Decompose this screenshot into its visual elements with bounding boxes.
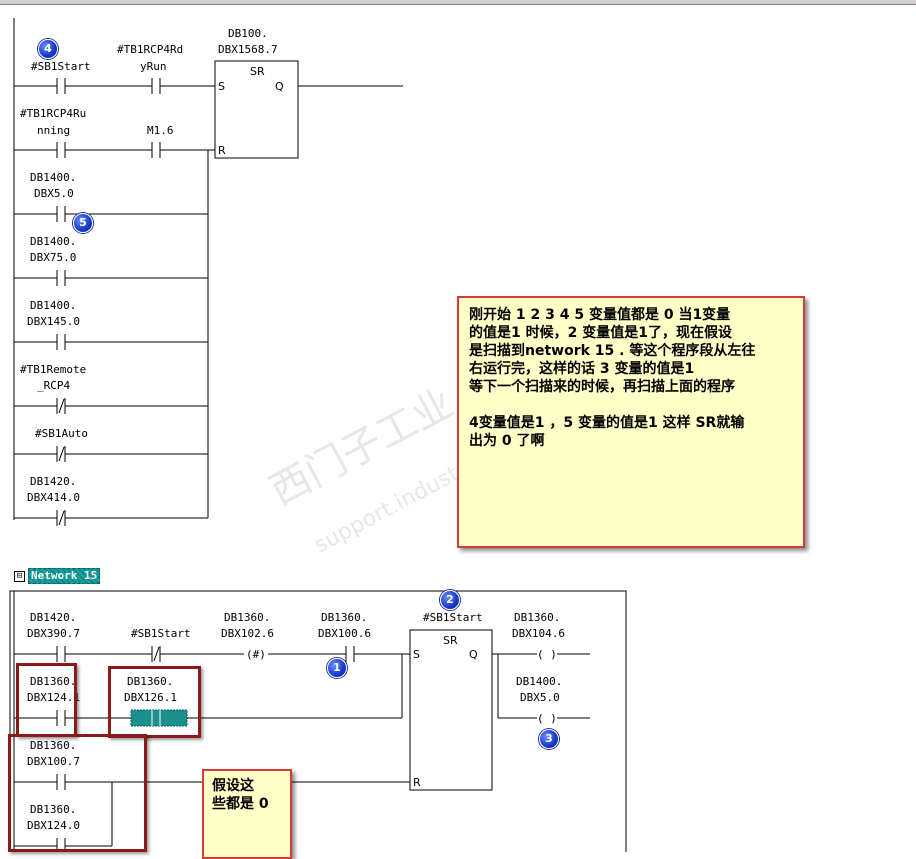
highlight-box-c5	[16, 663, 77, 737]
contact-m1-6-label[interactable]: M1.6	[147, 124, 174, 137]
c3-label-1[interactable]: DB1360.	[224, 611, 270, 624]
sr-output-label-2[interactable]: DBX1568.7	[218, 43, 278, 56]
badge-4-icon: 4	[38, 39, 58, 59]
highlight-box-c7-c8	[8, 734, 147, 852]
sr-name-n15[interactable]: #SB1Start	[423, 611, 483, 624]
sr-s-pin-n15: S	[413, 648, 420, 661]
branch3-label-1[interactable]: DB1400.	[30, 299, 76, 312]
coil2-label-2[interactable]: DBX5.0	[520, 691, 560, 704]
c1-label-1[interactable]: DB1420.	[30, 611, 76, 624]
sr-output-label-1: DB100.	[228, 27, 268, 40]
branch2-label-2: DBX75.0	[30, 251, 76, 264]
coil2-symbol[interactable]: ( )	[537, 712, 557, 725]
sr-title-n14: SR	[250, 65, 265, 78]
badge-2-icon: 2	[440, 590, 460, 610]
coil1-symbol[interactable]: ( )	[537, 648, 557, 661]
note-line-7: 出为 0 了啊	[469, 433, 545, 449]
coil1-label-1: DB1360.	[514, 611, 560, 624]
contact-rcp4running-label-2: nning	[37, 124, 70, 137]
badge-5-icon: 5	[73, 213, 93, 233]
note-line-6: 4变量值是1 ，5 变量的值是1 这样 SR就输	[469, 415, 745, 431]
c2-label[interactable]: #SB1Start	[131, 627, 191, 640]
c3-label-2: DBX102.6	[221, 627, 274, 640]
midline-coil-symbol[interactable]: (#)	[246, 648, 266, 661]
badge-3-icon: 3	[539, 729, 559, 749]
sr-q-pin-n14: Q	[275, 80, 284, 93]
network15-title[interactable]: Network 15	[28, 568, 101, 584]
note-small-line-2: 些都是 0	[212, 796, 269, 812]
branch1-label-2: DBX5.0	[34, 187, 74, 200]
branch6-label-2: DBX414.0	[27, 491, 80, 504]
coil1-label-2[interactable]: DBX104.6	[512, 627, 565, 640]
sr-title-n15: SR	[443, 634, 458, 647]
note-line-3: 是扫描到network 15 . 等这个程序段从左往	[469, 343, 756, 359]
note-small-line-1: 假设这	[212, 778, 254, 794]
branch6-label-1[interactable]: DB1420.	[30, 475, 76, 488]
network15-collapse-toggle[interactable]: ⊟	[14, 571, 25, 582]
c1-label-2: DBX390.7	[27, 627, 80, 640]
branch5-label-1[interactable]: #SB1Auto	[35, 427, 88, 440]
contact-sb1start-label[interactable]: #SB1Start	[31, 60, 91, 73]
highlight-box-c6	[108, 666, 201, 738]
branch2-label-1[interactable]: DB1400.	[30, 235, 76, 248]
c4-label-1[interactable]: DB1360.	[321, 611, 367, 624]
branch1-label-1[interactable]: DB1400.	[30, 171, 76, 184]
note-line-4: 右运行完，这样的话 3 变量的值是1	[469, 361, 695, 377]
branch4-label-1[interactable]: #TB1Remote	[20, 363, 86, 376]
network-14: #SB1Start #TB1RCP4Rd yRun DB100. DBX1568…	[13, 18, 403, 526]
comment-note-small[interactable]: 假设这 些都是 0	[202, 769, 292, 859]
sr-r-pin-n14: R	[218, 144, 226, 157]
note-line-2: 的值是1 时候，2 变量值是1了，现在假设	[469, 325, 732, 341]
branch3-label-2: DBX145.0	[27, 315, 80, 328]
c4-label-2: DBX100.6	[318, 627, 371, 640]
coil2-label-1: DB1400.	[516, 675, 562, 688]
contact-rcp4rdyrun-label-1[interactable]: #TB1RCP4Rd	[117, 43, 183, 56]
sr-s-pin-n14: S	[218, 80, 225, 93]
note-line-5: 等下一个扫描来的时候，再扫描上面的程序	[469, 379, 735, 395]
comment-note-main[interactable]: 刚开始 1 2 3 4 5 变量值都是 0 当1变量 的值是1 时候，2 变量值…	[457, 296, 805, 548]
contact-rcp4running-label-1[interactable]: #TB1RCP4Ru	[20, 107, 86, 120]
sr-q-pin-n15: Q	[469, 648, 478, 661]
sr-r-pin-n15: R	[413, 776, 421, 789]
sr-box-n15[interactable]	[409, 629, 493, 791]
contact-rcp4rdyrun-label-2: yRun	[140, 60, 167, 73]
note-line-1: 刚开始 1 2 3 4 5 变量值都是 0 当1变量	[469, 307, 731, 323]
badge-1-icon: 1	[327, 658, 347, 678]
branch4-label-2: _RCP4	[37, 379, 70, 392]
